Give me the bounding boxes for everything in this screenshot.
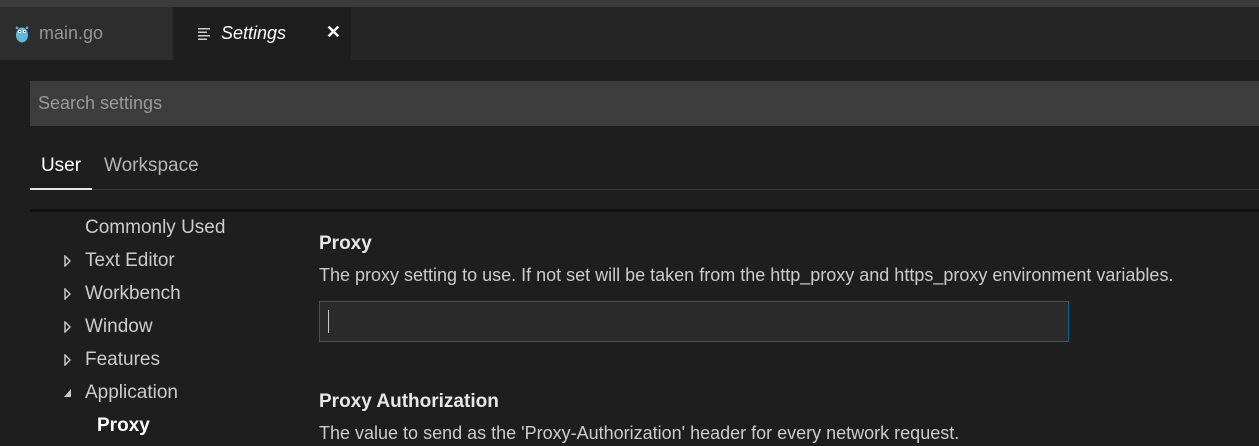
toc-item-proxy[interactable]: Proxy	[97, 414, 150, 438]
toc-item-window[interactable]: Window	[85, 315, 153, 339]
setting-title-proxy: Proxy	[319, 233, 372, 254]
editor-tab-bar: main.go Settings ✕	[0, 7, 1259, 60]
toc-item-application[interactable]: Application	[85, 381, 178, 405]
toc-item-commonly-used[interactable]: Commonly Used	[85, 216, 225, 240]
close-tab-icon[interactable]: ✕	[326, 22, 341, 43]
scope-tabs: User Workspace	[30, 144, 1259, 190]
settings-lines-icon	[198, 27, 210, 40]
title-strip	[0, 0, 1259, 7]
chevron-right-icon[interactable]	[63, 354, 73, 366]
chevron-right-icon[interactable]	[63, 321, 73, 333]
setting-description-proxy-authorization: The value to send as the 'Proxy-Authoriz…	[319, 423, 960, 443]
setting-description-proxy: The proxy setting to use. If not set wil…	[319, 265, 1174, 285]
chevron-right-icon[interactable]	[63, 255, 73, 267]
header-divider	[30, 209, 1259, 212]
tab-main-go[interactable]: main.go	[0, 7, 173, 60]
toc-item-workbench[interactable]: Workbench	[85, 282, 181, 306]
go-gopher-icon	[15, 26, 29, 42]
tab-settings[interactable]: Settings ✕	[174, 7, 351, 60]
proxy-input[interactable]	[319, 301, 1069, 342]
tab-workspace[interactable]: Workspace	[104, 144, 199, 188]
tab-user[interactable]: User	[30, 144, 92, 190]
setting-title-proxy-authorization: Proxy Authorization	[319, 391, 499, 412]
chevron-right-icon[interactable]	[63, 288, 73, 300]
tab-settings-label: Settings	[221, 23, 287, 43]
search-settings-input[interactable]	[30, 81, 1259, 126]
toc-item-text-editor[interactable]: Text Editor	[85, 249, 175, 273]
text-caret	[328, 310, 329, 333]
tab-main-go-label: main.go	[39, 23, 104, 43]
chevron-expanded-icon[interactable]	[63, 387, 73, 399]
toc-item-features[interactable]: Features	[85, 348, 160, 372]
